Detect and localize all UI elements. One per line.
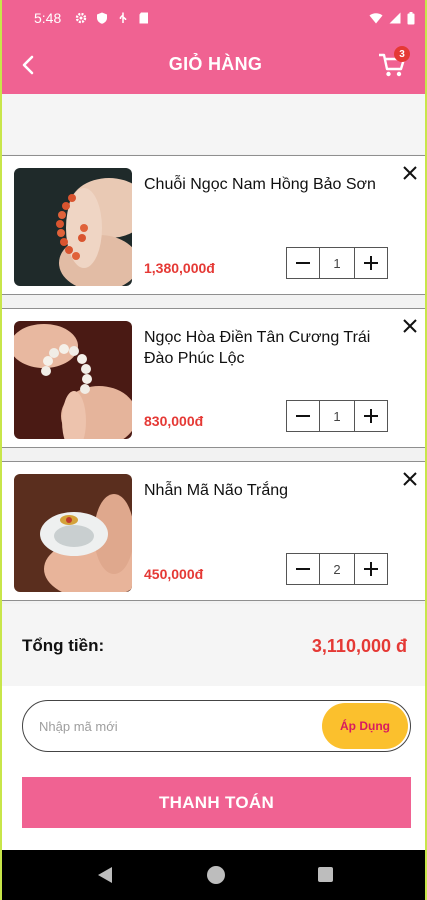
- product-name[interactable]: Chuỗi Ngọc Nam Hồng Bảo Sơn: [144, 174, 389, 195]
- quantity-stepper: 2: [286, 553, 388, 585]
- page-title: GIỎ HÀNG: [168, 54, 263, 74]
- status-bar: 5:48: [2, 0, 425, 36]
- sd-card-icon: [139, 12, 149, 24]
- cart-item: Ngọc Hòa Điền Tân Cương Trái Đào Phúc Lộ…: [2, 308, 425, 448]
- cart-count-badge: 3: [394, 46, 410, 62]
- product-price: 830,000đ: [144, 413, 204, 429]
- checkout-button[interactable]: THANH TOÁN: [22, 777, 411, 828]
- system-nav-bar: [2, 850, 425, 900]
- decrease-button[interactable]: [286, 553, 320, 585]
- white-jade-bead-bracelet-photo: [14, 321, 132, 439]
- minus-icon: [296, 568, 310, 570]
- coupon-field: Áp Dụng: [22, 700, 411, 752]
- battery-icon: [407, 11, 415, 24]
- checkout-panel: Áp Dụng THANH TOÁN: [2, 686, 425, 850]
- close-icon[interactable]: [401, 164, 419, 182]
- product-name[interactable]: Ngọc Hòa Điền Tân Cương Trái Đào Phúc Lộ…: [144, 327, 389, 369]
- increase-button[interactable]: [354, 553, 388, 585]
- minus-icon: [296, 262, 310, 264]
- minus-icon: [296, 415, 310, 417]
- product-price: 450,000đ: [144, 566, 204, 582]
- product-image[interactable]: [14, 474, 132, 592]
- increase-button[interactable]: [354, 247, 388, 279]
- coupon-input[interactable]: [39, 714, 309, 738]
- total-label: Tổng tiền:: [22, 636, 105, 655]
- decrease-button[interactable]: [286, 400, 320, 432]
- screen: 5:48 GIỎ HÀNG 3 Chuỗi Ngọc Nam Hồng Bảo …: [0, 0, 427, 900]
- white-agate-ring-photo: [14, 474, 132, 592]
- decrease-button[interactable]: [286, 247, 320, 279]
- coral-bead-bracelet-photo: [14, 168, 132, 286]
- quantity-stepper: 1: [286, 400, 388, 432]
- nav-back-icon[interactable]: [97, 866, 113, 884]
- app-bar: GIỎ HÀNG 3: [2, 36, 425, 94]
- total-row: Tổng tiền: 3,110,000 đ: [2, 604, 425, 686]
- close-icon[interactable]: [401, 317, 419, 335]
- status-time: 5:48: [34, 10, 62, 26]
- apply-coupon-button[interactable]: Áp Dụng: [322, 703, 408, 749]
- increase-button[interactable]: [354, 400, 388, 432]
- usb-icon: [120, 12, 127, 23]
- plus-icon: [364, 409, 378, 423]
- product-image[interactable]: [14, 321, 132, 439]
- settings-icon: [76, 12, 87, 24]
- quantity-value[interactable]: 2: [320, 553, 354, 585]
- quantity-stepper: 1: [286, 247, 388, 279]
- wifi-icon: [369, 13, 383, 24]
- cart-item: Nhẫn Mã Não Trắng 450,000đ 2: [2, 461, 425, 601]
- close-icon[interactable]: [401, 470, 419, 488]
- quantity-value[interactable]: 1: [320, 247, 354, 279]
- product-image[interactable]: [14, 168, 132, 286]
- plus-icon: [364, 562, 378, 576]
- shield-icon: [97, 12, 108, 24]
- signal-icon: [389, 12, 401, 24]
- total-value: 3,110,000 đ: [311, 636, 407, 656]
- nav-recents-icon[interactable]: [318, 867, 333, 882]
- product-name[interactable]: Nhẫn Mã Não Trắng: [144, 480, 389, 501]
- subheader-space: [2, 94, 425, 154]
- plus-icon: [364, 256, 378, 270]
- product-price: 1,380,000đ: [144, 260, 215, 276]
- cart-item: Chuỗi Ngọc Nam Hồng Bảo Sơn 1,380,000đ 1: [2, 155, 425, 295]
- nav-home-icon[interactable]: [207, 866, 225, 884]
- quantity-value[interactable]: 1: [320, 400, 354, 432]
